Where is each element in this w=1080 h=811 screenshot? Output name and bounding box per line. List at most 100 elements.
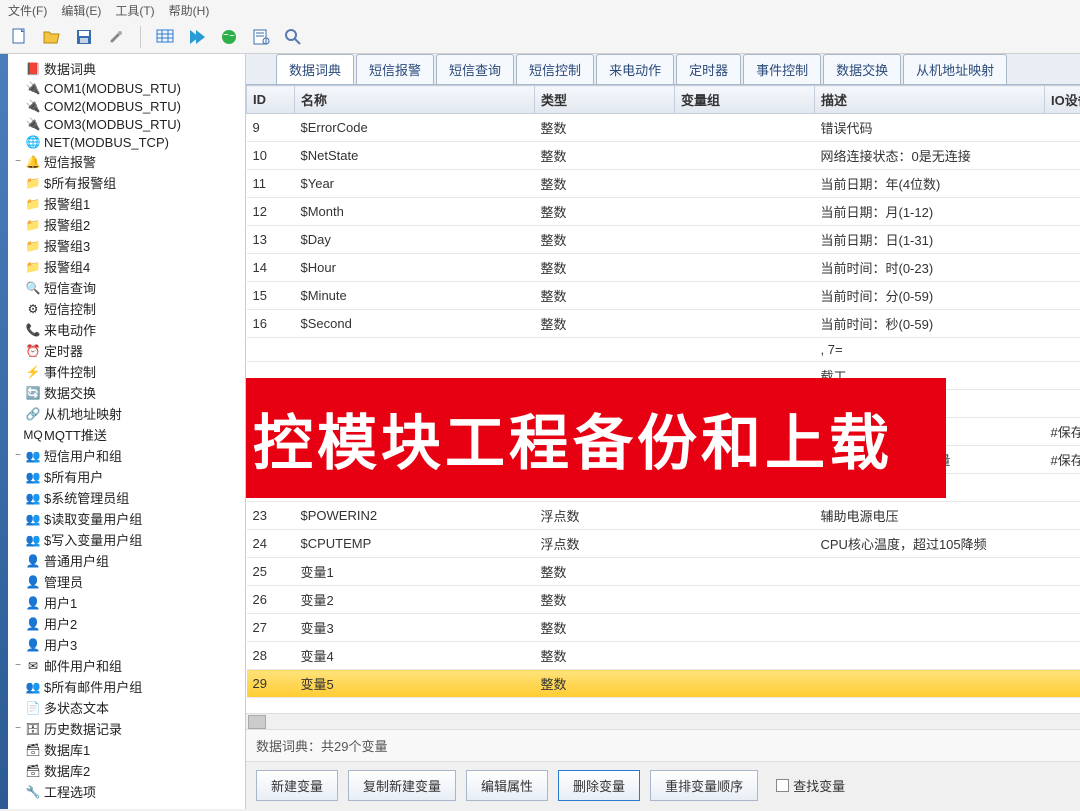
table-row[interactable]: 12$Month整数当前日期：月(1-12) xyxy=(247,198,1080,226)
col-group[interactable]: 变量组 xyxy=(675,86,815,114)
new-file-icon[interactable] xyxy=(8,25,32,49)
table-row[interactable]: 11$Year整数当前日期：年(4位数) xyxy=(247,170,1080,198)
horizontal-scrollbar[interactable] xyxy=(246,713,1080,729)
expand-icon[interactable]: − xyxy=(12,450,24,462)
tab-4[interactable]: 来电动作 xyxy=(596,54,674,84)
tab-7[interactable]: 数据交换 xyxy=(823,54,901,84)
tree-node[interactable]: 🔗从机地址映射 xyxy=(10,403,243,424)
table-row[interactable]: 15$Minute整数当前时间：分(0-59) xyxy=(247,282,1080,310)
tab-3[interactable]: 短信控制 xyxy=(516,54,594,84)
tree-node[interactable]: 🔌COM3(MODBUS_RTU) xyxy=(10,115,243,133)
tree-node[interactable]: 📁报警组2 xyxy=(10,214,243,235)
menu-help[interactable]: 帮助(H) xyxy=(169,2,210,19)
tree-node[interactable]: ⚙短信控制 xyxy=(10,298,243,319)
tree-node[interactable]: 👥$写入变量用户组 xyxy=(10,529,243,550)
tree-node[interactable]: 🗃数据库2 xyxy=(10,760,243,781)
tree-node[interactable]: 👤用户1 xyxy=(10,592,243,613)
table-row[interactable]: 13$Day整数当前日期：日(1-31) xyxy=(247,226,1080,254)
tree-node[interactable]: MQMQTT推送 xyxy=(10,424,243,445)
table-row[interactable]: 28变量4整数 xyxy=(247,642,1080,670)
table-row[interactable]: 16$Second整数当前时间：秒(0-59) xyxy=(247,310,1080,338)
find-var-checkbox[interactable]: 查找变量 xyxy=(776,776,845,795)
tab-5[interactable]: 定时器 xyxy=(676,54,741,84)
tab-8[interactable]: 从机地址映射 xyxy=(903,54,1007,84)
table-row[interactable]: 25变量1整数 xyxy=(247,558,1080,586)
play-icon[interactable] xyxy=(185,25,209,49)
table-row[interactable]: 24$CPUTEMP浮点数CPU核心温度，超过105降频 xyxy=(247,530,1080,558)
report-icon[interactable] xyxy=(249,25,273,49)
menu-tool[interactable]: 工具(T) xyxy=(115,2,154,19)
tree-node[interactable]: 🗃数据库1 xyxy=(10,739,243,760)
tab-2[interactable]: 短信查询 xyxy=(436,54,514,84)
expand-icon[interactable]: − xyxy=(12,723,24,735)
tab-0[interactable]: 数据词典 xyxy=(276,54,354,84)
tree-node[interactable]: −🗄历史数据记录 xyxy=(10,718,243,739)
open-folder-icon[interactable] xyxy=(40,25,64,49)
edit-prop-button[interactable]: 编辑属性 xyxy=(466,770,548,801)
tree-node[interactable]: −👥短信用户和组 xyxy=(10,445,243,466)
tree-node[interactable]: 🔌COM1(MODBUS_RTU) xyxy=(10,79,243,97)
expand-icon[interactable]: − xyxy=(12,660,24,672)
tab-6[interactable]: 事件控制 xyxy=(743,54,821,84)
tree-node[interactable]: 👥$系统管理员组 xyxy=(10,487,243,508)
tree-node[interactable]: ⏰定时器 xyxy=(10,340,243,361)
menu-file[interactable]: 文件(F) xyxy=(8,2,47,19)
tree-node[interactable]: 👤用户3 xyxy=(10,634,243,655)
col-desc[interactable]: 描述 xyxy=(815,86,1045,114)
tree-node[interactable]: 📞来电动作 xyxy=(10,319,243,340)
project-tree[interactable]: 📕数据词典🔌COM1(MODBUS_RTU)🔌COM2(MODBUS_RTU)🔌… xyxy=(8,54,246,809)
table-row[interactable]: 10$NetState整数网络连接状态：0是无连接 xyxy=(247,142,1080,170)
cell-name: $Second xyxy=(295,310,535,338)
col-io[interactable]: IO设备地址 xyxy=(1045,86,1080,114)
tree-node[interactable]: ⚡事件控制 xyxy=(10,361,243,382)
delete-var-button[interactable]: 删除变量 xyxy=(558,770,640,801)
tree-node[interactable]: 📁报警组1 xyxy=(10,193,243,214)
tree-node[interactable]: 🔌COM2(MODBUS_RTU) xyxy=(10,97,243,115)
table-row[interactable]: 9$ErrorCode整数错误代码 xyxy=(247,114,1080,142)
table-row[interactable]: 29变量5整数 xyxy=(247,670,1080,698)
checkbox-icon[interactable] xyxy=(776,779,789,792)
expand-icon[interactable]: − xyxy=(12,156,24,168)
tree-node[interactable]: 👥$读取变量用户组 xyxy=(10,508,243,529)
expand-icon xyxy=(12,681,24,693)
left-dock-strip[interactable] xyxy=(0,54,8,809)
search-icon[interactable] xyxy=(281,25,305,49)
save-icon[interactable] xyxy=(72,25,96,49)
button-bar: 新建变量 复制新建变量 编辑属性 删除变量 重排变量顺序 查找变量 xyxy=(246,761,1080,809)
table-row[interactable]: 27变量3整数 xyxy=(247,614,1080,642)
reorder-button[interactable]: 重排变量顺序 xyxy=(650,770,758,801)
cell-desc: 当前日期：日(1-31) xyxy=(815,226,1045,254)
tree-node[interactable]: −✉邮件用户和组 xyxy=(10,655,243,676)
tree-node[interactable]: 🔄数据交换 xyxy=(10,382,243,403)
tree-node[interactable]: 🔍短信查询 xyxy=(10,277,243,298)
data-grid[interactable]: ID 名称 类型 变量组 描述 IO设备地址 9$ErrorCode整数错误代码… xyxy=(246,85,1080,713)
menu-edit[interactable]: 编辑(E) xyxy=(61,2,101,19)
tree-node[interactable]: 🔧工程选项 xyxy=(10,781,243,802)
tree-node[interactable]: 📁报警组4 xyxy=(10,256,243,277)
table-row[interactable]: 26变量2整数 xyxy=(247,586,1080,614)
settings-icon[interactable] xyxy=(104,25,128,49)
tree-node[interactable]: 👤管理员 xyxy=(10,571,243,592)
globe-icon[interactable] xyxy=(217,25,241,49)
tree-node[interactable]: −🔔短信报警 xyxy=(10,151,243,172)
col-name[interactable]: 名称 xyxy=(295,86,535,114)
tree-node[interactable]: 👥$所有用户 xyxy=(10,466,243,487)
new-var-button[interactable]: 新建变量 xyxy=(256,770,338,801)
tab-1[interactable]: 短信报警 xyxy=(356,54,434,84)
tree-node[interactable]: 🌐NET(MODBUS_TCP) xyxy=(10,133,243,151)
cell-id: 11 xyxy=(247,170,295,198)
tree-node[interactable]: 📁报警组3 xyxy=(10,235,243,256)
table-row[interactable]: , 7= xyxy=(247,338,1080,362)
table-row[interactable]: 23$POWERIN2浮点数辅助电源电压 xyxy=(247,502,1080,530)
tree-node[interactable]: 👤用户2 xyxy=(10,613,243,634)
tree-node[interactable]: 👥$所有邮件用户组 xyxy=(10,676,243,697)
tree-node[interactable]: 📕数据词典 xyxy=(10,58,243,79)
grid-icon[interactable] xyxy=(153,25,177,49)
tree-node[interactable]: 👤普通用户组 xyxy=(10,550,243,571)
tree-node[interactable]: 📄多状态文本 xyxy=(10,697,243,718)
tree-node[interactable]: 📁$所有报警组 xyxy=(10,172,243,193)
col-id[interactable]: ID xyxy=(247,86,295,114)
copy-var-button[interactable]: 复制新建变量 xyxy=(348,770,456,801)
table-row[interactable]: 14$Hour整数当前时间：时(0-23) xyxy=(247,254,1080,282)
col-type[interactable]: 类型 xyxy=(535,86,675,114)
